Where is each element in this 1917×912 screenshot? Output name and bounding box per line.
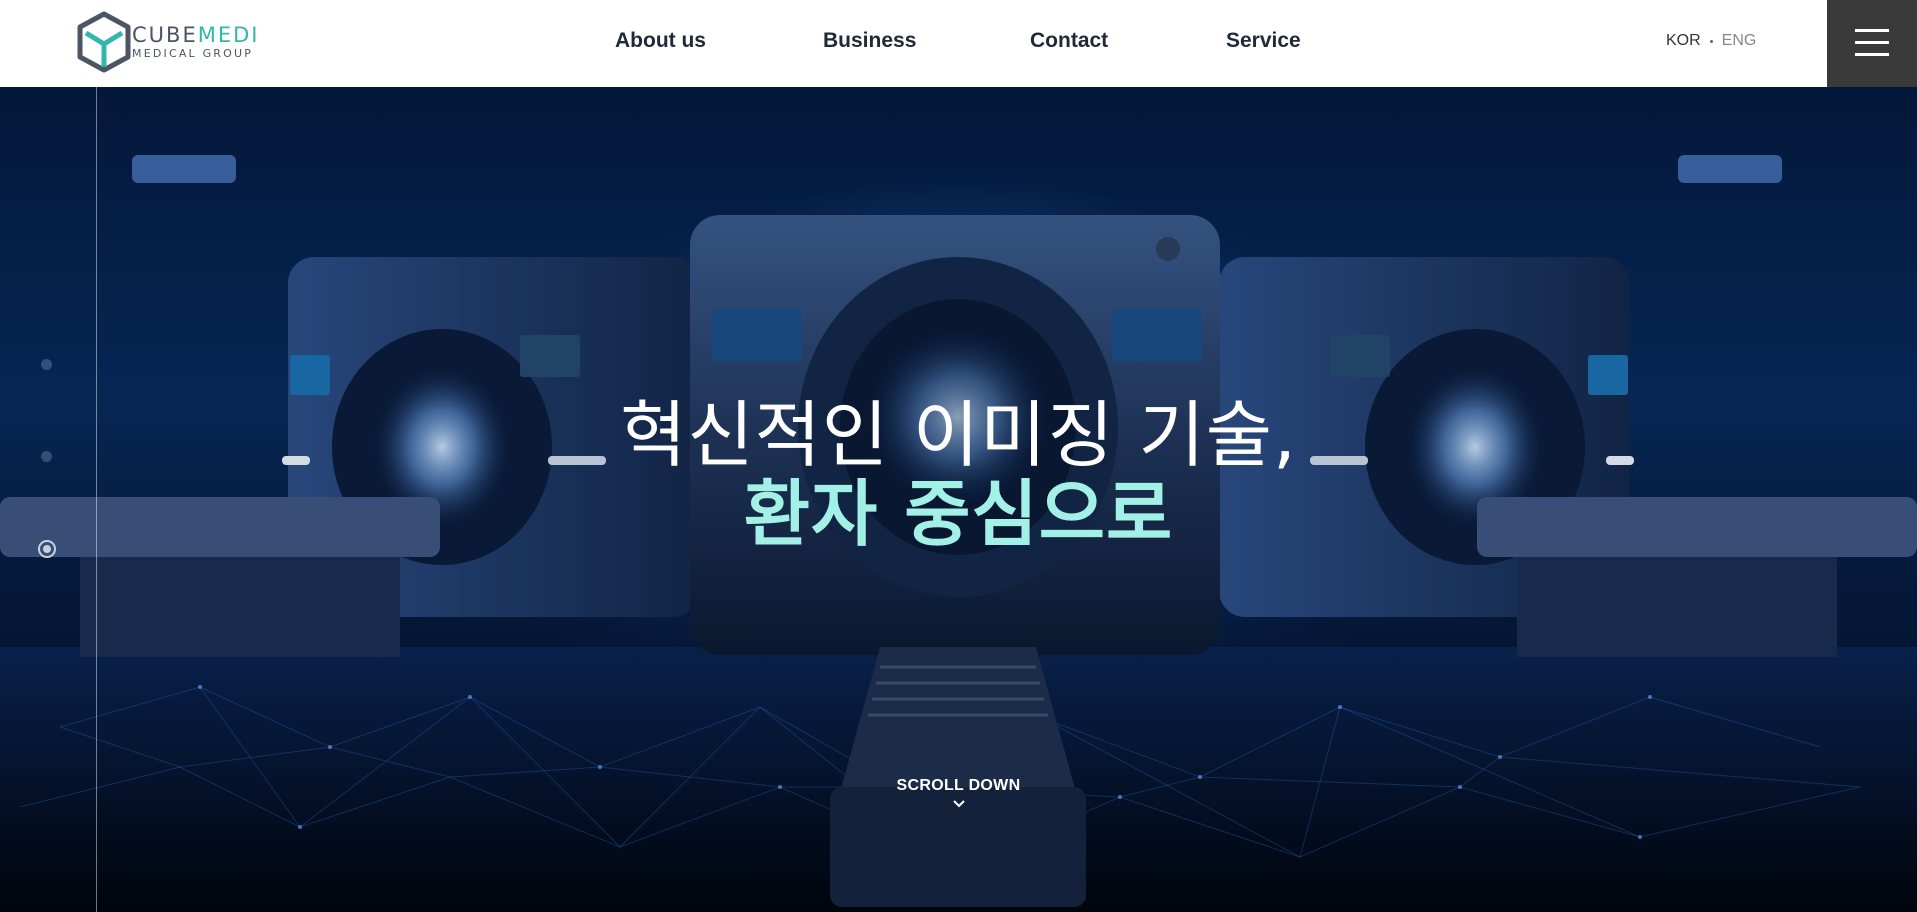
cube-logo-icon [77, 11, 131, 73]
hero-section: 혁신적인 이미징 기술, 환자 중심으로 SCROLL DOWN [0, 87, 1917, 912]
brand-name-part1: CUBE [132, 22, 198, 47]
scroll-down-label: SCROLL DOWN [896, 777, 1021, 794]
brand-name-part2: MEDI [197, 22, 260, 47]
hamburger-icon [1855, 29, 1889, 32]
scroll-down-button[interactable]: SCROLL DOWN [0, 777, 1917, 809]
brand-subtitle: MEDICAL GROUP [132, 46, 254, 60]
lang-eng-link[interactable]: ENG [1722, 32, 1757, 50]
nav-contact[interactable]: Contact [1030, 29, 1108, 53]
chevron-down-icon [952, 800, 965, 808]
lang-separator [1709, 39, 1713, 43]
menu-button[interactable] [1827, 0, 1917, 87]
site-header: CUBEMEDI MEDICAL GROUP About us Business… [0, 0, 1917, 87]
language-switcher: KOR ENG [1666, 32, 1756, 50]
nav-service[interactable]: Service [1226, 29, 1301, 53]
hamburger-icon-bar [1855, 41, 1889, 44]
hamburger-icon-bar [1855, 53, 1889, 56]
nav-business[interactable]: Business [823, 29, 916, 53]
lang-kor-link[interactable]: KOR [1666, 32, 1701, 50]
brand-logo[interactable]: CUBEMEDI MEDICAL GROUP [76, 11, 266, 73]
brand-name: CUBEMEDI [132, 24, 259, 46]
nav-about-us[interactable]: About us [615, 29, 706, 53]
slide-indicator-1[interactable] [41, 359, 52, 370]
hero-headline-line2: 환자 중심으로 [743, 472, 1174, 556]
